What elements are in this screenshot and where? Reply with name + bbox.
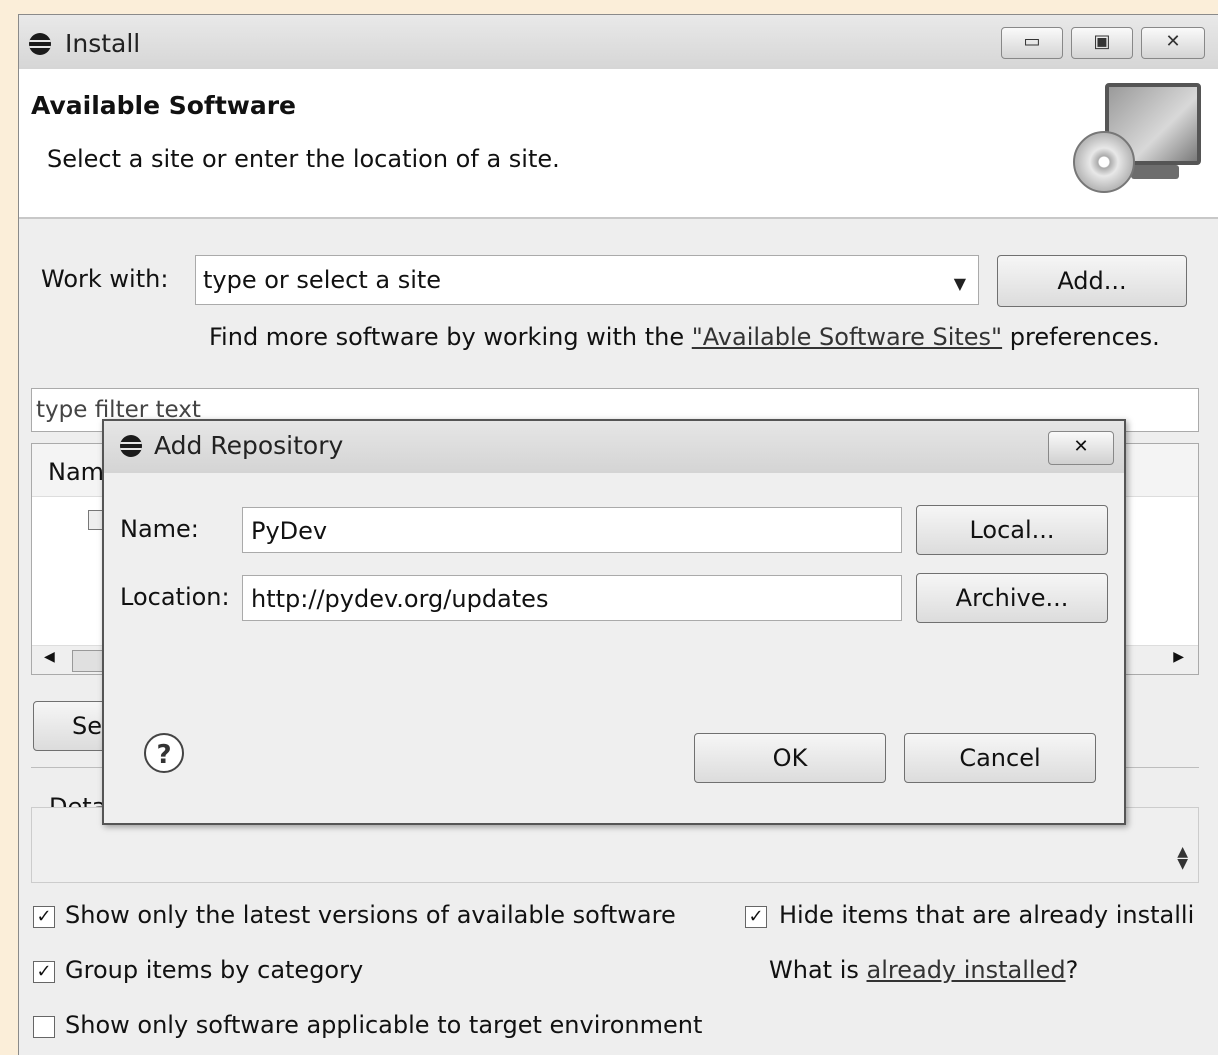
dialog-title: Add Repository	[154, 431, 344, 460]
already-installed-link[interactable]: already installed	[867, 956, 1066, 984]
banner: Available Software Select a site or ente…	[19, 69, 1218, 219]
group-by-category-checkbox[interactable]: ✓	[33, 961, 55, 983]
location-value: http://pydev.org/updates	[251, 585, 549, 613]
ok-button[interactable]: OK	[694, 733, 886, 783]
find-more-prefix: Find more software by working with the	[209, 323, 692, 351]
target-env-label: Show only software applicable to target …	[65, 1011, 703, 1039]
banner-title: Available Software	[31, 91, 297, 120]
scroll-right-icon[interactable]: ▶	[1173, 649, 1184, 665]
local-button[interactable]: Local...	[916, 505, 1108, 555]
archive-button[interactable]: Archive...	[916, 573, 1108, 623]
work-with-label: Work with:	[41, 265, 169, 293]
latest-versions-checkbox[interactable]: ✓	[33, 906, 55, 928]
close-button[interactable]: ✕	[1141, 27, 1205, 59]
group-by-category-label: Group items by category	[65, 956, 364, 984]
window-title: Install	[65, 29, 141, 58]
title-bar: Install ▭ ▣ ✕	[19, 15, 1218, 69]
what-is-prefix: What is	[769, 956, 867, 984]
hide-installed-label: Hide items that are already installi	[779, 901, 1195, 929]
banner-subtitle: Select a site or enter the location of a…	[47, 145, 560, 173]
name-label: Name:	[120, 515, 199, 543]
what-is-installed-text: What is already installed?	[769, 956, 1078, 984]
available-software-sites-link[interactable]: "Available Software Sites"	[692, 323, 1002, 351]
column-name-header[interactable]: Nam	[48, 458, 104, 486]
dialog-close-button[interactable]: ✕	[1048, 431, 1114, 465]
eclipse-icon	[29, 33, 51, 55]
location-input[interactable]: http://pydev.org/updates	[242, 575, 902, 621]
chevron-down-icon[interactable]: ▼	[954, 274, 966, 293]
name-input[interactable]: PyDev	[242, 507, 902, 553]
eclipse-icon	[120, 435, 142, 457]
latest-versions-label: Show only the latest versions of availab…	[65, 901, 676, 929]
target-env-checkbox[interactable]	[33, 1016, 55, 1038]
add-site-button[interactable]: Add...	[997, 255, 1187, 307]
monitor-cd-icon	[1069, 79, 1201, 203]
location-label: Location:	[120, 583, 230, 611]
spinner-icon[interactable]: ▲ ▼	[1177, 845, 1188, 871]
find-more-text: Find more software by working with the "…	[209, 323, 1160, 351]
help-icon[interactable]: ?	[144, 733, 184, 773]
what-is-suffix: ?	[1065, 956, 1079, 984]
scroll-left-icon[interactable]: ◀	[44, 649, 55, 665]
dialog-title-bar: Add Repository ✕	[104, 421, 1124, 473]
work-with-value: type or select a site	[203, 266, 442, 294]
minimize-button[interactable]: ▭	[1001, 27, 1063, 59]
hide-installed-checkbox[interactable]: ✓	[745, 906, 767, 928]
cancel-button[interactable]: Cancel	[904, 733, 1096, 783]
maximize-button[interactable]: ▣	[1071, 27, 1133, 59]
find-more-suffix: preferences.	[1002, 323, 1160, 351]
add-repository-dialog: Add Repository ✕ Name: PyDev Local... Lo…	[102, 419, 1126, 825]
work-with-combo[interactable]: type or select a site ▼	[195, 255, 979, 305]
name-value: PyDev	[251, 517, 328, 545]
